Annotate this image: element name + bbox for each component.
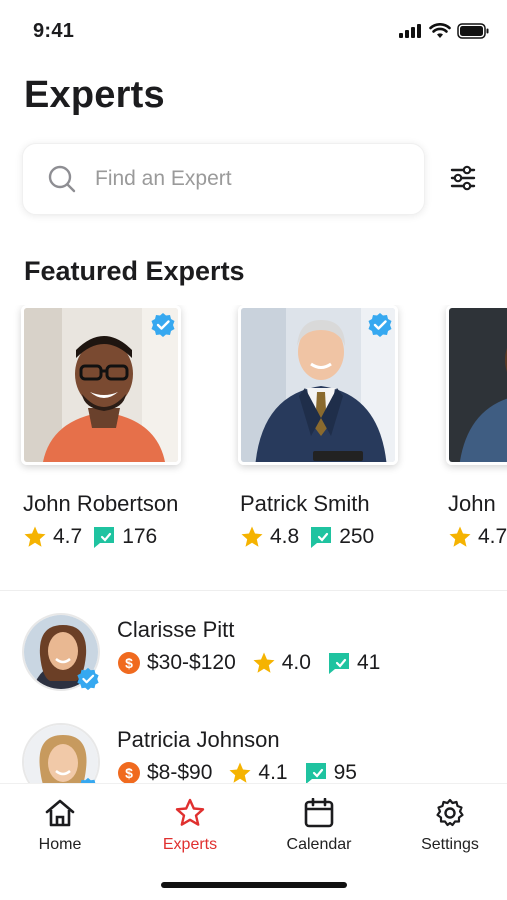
verified-badge-icon (368, 313, 392, 337)
price-range: $30-$120 (147, 651, 236, 674)
battery-icon (457, 23, 489, 39)
star-icon (241, 526, 263, 547)
verified-badge-icon (151, 313, 175, 337)
rating-stat: 4.1 (228, 761, 288, 783)
reviews-icon (94, 527, 115, 548)
expert-stats: $ $8-$90 4.1 95 (117, 761, 373, 783)
featured-section-title: Featured Experts (24, 256, 245, 286)
expert-name: Clarisse Pitt (117, 617, 235, 642)
expert-name: John (448, 491, 496, 516)
svg-text:$: $ (125, 655, 133, 671)
reviews-stat: 176 (92, 525, 157, 549)
reviews-icon (305, 763, 326, 783)
reviews-stat: 95 (304, 761, 357, 783)
price-stat: $ $30-$120 (117, 651, 236, 675)
status-icons (399, 23, 489, 39)
expert-name: Patrick Smith (240, 491, 370, 516)
expert-photo (446, 305, 507, 465)
expert-stats: 4.7 176 (23, 525, 167, 549)
home-indicator (161, 882, 347, 888)
tab-label: Home (38, 836, 82, 853)
reviews-count: 95 (333, 761, 357, 783)
rating-value: 4.7 (53, 525, 83, 548)
rating-stat: 4.0 (252, 651, 311, 675)
price-stat: $ $8-$90 (117, 761, 212, 783)
status-bar: 9:41 (0, 0, 507, 60)
expert-name: John Robertson (23, 491, 179, 516)
rating-stat: 4.7 (23, 525, 82, 549)
search-icon (47, 164, 77, 194)
reviews-icon (328, 653, 349, 674)
rating-value: 4.7 (478, 525, 507, 548)
filter-sliders-icon (450, 165, 476, 191)
experts-list[interactable]: Clarisse Pitt $ $30-$120 4.0 41 Patricia… (0, 591, 507, 783)
rating-value: 4.0 (281, 651, 311, 674)
star-outline-icon (175, 798, 205, 826)
gear-icon (436, 798, 464, 827)
price-range: $8-$90 (147, 761, 213, 783)
tab-calendar[interactable]: Calendar (259, 798, 379, 854)
tab-label: Calendar (286, 836, 352, 853)
home-icon (45, 799, 75, 827)
reviews-icon (311, 527, 332, 548)
expert-stats: $ $30-$120 4.0 41 (117, 651, 396, 675)
star-icon (229, 762, 251, 783)
verified-badge-icon (77, 667, 99, 691)
search-box[interactable] (22, 143, 425, 215)
expert-name: Patricia Johnson (117, 727, 280, 752)
wifi-icon (429, 23, 451, 38)
rating-value: 4.1 (258, 761, 288, 783)
avatar (22, 723, 100, 783)
signal-icon (399, 24, 421, 38)
tab-settings[interactable]: Settings (390, 798, 507, 854)
filter-button[interactable] (445, 160, 481, 196)
tab-experts[interactable]: Experts (130, 798, 250, 854)
list-item[interactable]: Patricia Johnson $ $8-$90 4.1 95 (0, 721, 507, 783)
star-icon (24, 526, 46, 547)
rating-stat: 4.7 (448, 525, 507, 549)
svg-text:$: $ (125, 765, 133, 781)
star-icon (253, 652, 275, 673)
featured-experts-carousel[interactable]: John Robertson 4.7 176 Patrick Smith 4.8… (0, 305, 507, 565)
reviews-count: 41 (356, 651, 381, 674)
reviews-stat: 41 (327, 651, 380, 675)
star-icon (449, 526, 471, 547)
reviews-count: 176 (122, 525, 158, 548)
dollar-coin-icon: $ (118, 762, 140, 783)
tab-home[interactable]: Home (0, 798, 120, 854)
reviews-stat: 250 (309, 525, 374, 549)
calendar-icon (304, 798, 334, 828)
tab-label: Settings (421, 836, 479, 853)
status-time: 9:41 (33, 20, 75, 42)
rating-stat: 4.8 (240, 525, 299, 549)
expert-stats: 4.7 (448, 525, 507, 549)
dollar-coin-icon: $ (118, 652, 140, 674)
search-input[interactable] (95, 167, 395, 191)
reviews-count: 250 (339, 525, 375, 548)
page-title: Experts (24, 74, 165, 116)
expert-stats: 4.8 250 (240, 525, 384, 549)
tab-label: Experts (162, 836, 218, 853)
list-item[interactable]: Clarisse Pitt $ $30-$120 4.0 41 (0, 611, 507, 711)
rating-value: 4.8 (270, 525, 300, 548)
